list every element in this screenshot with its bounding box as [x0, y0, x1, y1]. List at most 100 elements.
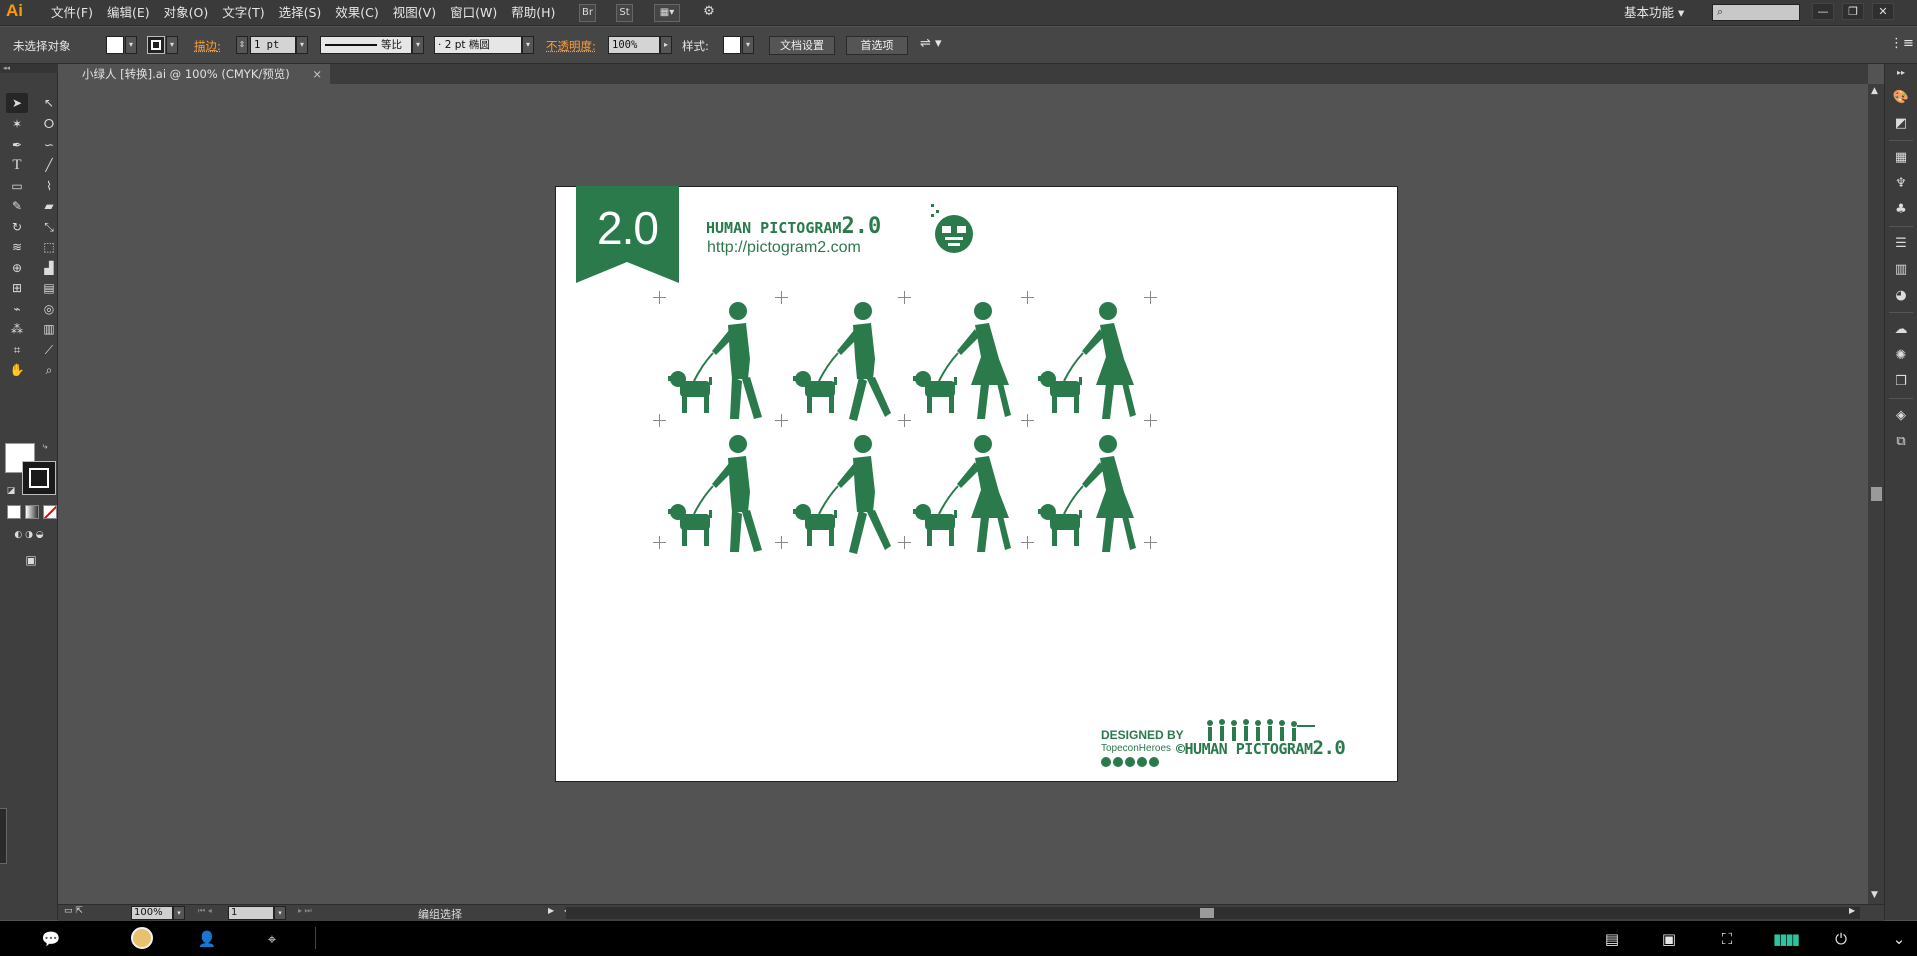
signal-icon[interactable]: ▮▮▮▮: [1773, 928, 1800, 950]
fill-dropdown[interactable]: ▾: [125, 36, 137, 54]
panel-menu-icon[interactable]: ⋮≡: [1890, 36, 1914, 51]
fill-color-swatch[interactable]: [106, 36, 124, 54]
gpu-performance-icon[interactable]: ⚙: [697, 4, 721, 22]
pictogram-mascot-icon[interactable]: [928, 204, 976, 254]
appearance-icon[interactable]: ✺: [1891, 346, 1911, 366]
brushes-icon[interactable]: ♆: [1891, 174, 1911, 194]
opacity-label[interactable]: 不透明度:: [546, 38, 596, 54]
warp-icon[interactable]: ≋: [6, 237, 28, 257]
contacts-icon[interactable]: 👤: [196, 928, 218, 950]
eraser-icon[interactable]: ▰: [38, 196, 60, 216]
last-artboard-icon[interactable]: ▸ ⏭: [298, 906, 312, 916]
stroke-label[interactable]: 描边:: [194, 38, 221, 54]
default-colors-icon[interactable]: ◪: [4, 484, 18, 498]
avatar[interactable]: [131, 927, 153, 949]
stroke-color-swatch[interactable]: [147, 36, 165, 54]
status-icons[interactable]: ▭ ⇱: [64, 906, 83, 916]
slice-icon[interactable]: ⟋: [38, 340, 60, 360]
shape-builder-icon[interactable]: ⊕: [6, 258, 28, 278]
arrange-documents-icon[interactable]: ▦▾: [654, 4, 680, 22]
close-app-button[interactable]: ✕: [1872, 3, 1894, 20]
paintbrush-icon[interactable]: ⌇: [38, 176, 60, 196]
pictogram-woman-walking-dog-skirt[interactable]: [1036, 299, 1156, 429]
mesh-icon[interactable]: ⊞: [6, 278, 28, 298]
vertical-scrollbar[interactable]: ▲ ▼: [1868, 84, 1884, 904]
pictogram-man-walking-dog-stride[interactable]: [791, 432, 911, 562]
pictogram-woman-walking-dog[interactable]: [911, 299, 1031, 429]
stroke-weight-field[interactable]: 1 pt: [250, 36, 296, 54]
pen-icon[interactable]: ✒: [6, 135, 28, 155]
horizontal-scroll-thumb[interactable]: [1200, 908, 1214, 918]
dock-collapse-icon[interactable]: ▸▸: [1891, 68, 1911, 78]
gradient-panel-icon[interactable]: ▥: [1891, 260, 1911, 280]
horizontal-scrollbar[interactable]: [566, 907, 1860, 919]
scale-icon[interactable]: ⤡: [38, 217, 60, 237]
hand-icon[interactable]: ✋: [6, 360, 28, 380]
color-icon[interactable]: 🎨: [1891, 88, 1911, 108]
menu-object[interactable]: 对象(O): [157, 0, 216, 26]
stroke-dropdown[interactable]: ▾: [166, 36, 178, 54]
fullscreen-icon[interactable]: ⛶: [1716, 928, 1738, 950]
direct-selection-icon[interactable]: ↖: [38, 93, 60, 113]
pictogram-man-walking-dog-stride[interactable]: [791, 299, 911, 429]
close-tab-icon[interactable]: ×: [312, 64, 322, 84]
workspace-switcher[interactable]: 基本功能 ▾: [1624, 0, 1684, 26]
bridge-button[interactable]: Br: [579, 4, 596, 22]
graphic-style-swatch[interactable]: [723, 36, 741, 54]
rotate-icon[interactable]: ↻: [6, 217, 28, 237]
chat-icon[interactable]: 💬: [40, 928, 62, 950]
status-menu-arrow[interactable]: ▶: [548, 906, 554, 915]
layers-icon[interactable]: ◈: [1891, 406, 1911, 426]
artboard-icon[interactable]: ⌗: [6, 340, 28, 360]
scroll-up-icon[interactable]: ▲: [1871, 86, 1878, 96]
document-tab[interactable]: 小绿人 [转换].ai @ 100% (CMYK/预览) ×: [58, 64, 330, 84]
pictogram-man-walking-dog[interactable]: [666, 432, 786, 562]
stock-button[interactable]: St: [616, 4, 633, 22]
menu-effect[interactable]: 效果(C): [328, 0, 385, 26]
chevron-down-icon[interactable]: ⌄: [1888, 928, 1910, 950]
perspective-icon[interactable]: ▟: [38, 258, 60, 278]
toolbar-grip[interactable]: ◂◂: [0, 64, 58, 73]
stroke-weight-stepper[interactable]: ⇕: [236, 36, 248, 54]
restore-button[interactable]: ❐: [1842, 3, 1864, 20]
blend-icon[interactable]: ◎: [38, 299, 60, 319]
vertical-scroll-thumb[interactable]: [1871, 487, 1882, 501]
news-icon[interactable]: ▤: [1601, 928, 1623, 950]
menu-type[interactable]: 文字(T): [215, 0, 271, 26]
free-transform-icon[interactable]: ⬚: [38, 237, 60, 257]
document-setup-button[interactable]: 文档设置: [769, 36, 835, 55]
drawing-modes-icon[interactable]: ◐ ◑ ◒: [4, 528, 54, 542]
column-graph-icon[interactable]: ▥: [38, 319, 60, 339]
scroll-right-icon[interactable]: ▶: [1849, 906, 1855, 915]
preferences-button[interactable]: 首选项: [846, 36, 908, 55]
menu-help[interactable]: 帮助(H): [504, 0, 562, 26]
symbol-sprayer-icon[interactable]: ⁂: [6, 319, 28, 339]
graphic-styles-icon[interactable]: ❒: [1891, 372, 1911, 392]
artboard[interactable]: 2.0 HUMAN PICTOGRAM2.0 http://pictogram2…: [555, 186, 1398, 782]
eyedropper-icon[interactable]: ⌁: [6, 299, 28, 319]
swap-fill-stroke-icon[interactable]: ⤷: [38, 440, 52, 454]
zoom-field[interactable]: 100%: [131, 906, 173, 920]
arrange-icon[interactable]: ⇌ ▾: [920, 36, 942, 51]
menu-select[interactable]: 选择(S): [272, 0, 329, 26]
style-dropdown[interactable]: ▾: [742, 36, 754, 54]
power-icon[interactable]: ⏻: [1830, 928, 1852, 950]
brush-dropdown[interactable]: ▾: [522, 36, 534, 54]
curvature-icon[interactable]: ∽: [38, 135, 60, 155]
cc-libraries-icon[interactable]: ☁: [1891, 320, 1911, 340]
selection-icon[interactable]: ➤: [6, 93, 28, 113]
pictogram-man-walking-dog[interactable]: [666, 299, 786, 429]
copyright-line[interactable]: ©HUMAN PICTOGRAM2.0: [1176, 737, 1346, 759]
help-search-input[interactable]: ⌕: [1712, 4, 1800, 21]
symbols-icon[interactable]: ♣: [1891, 200, 1911, 220]
none-mode-icon[interactable]: [43, 505, 57, 519]
gradient-mode-icon[interactable]: [25, 505, 39, 519]
menu-file[interactable]: 文件(F): [44, 0, 100, 26]
zoom-icon[interactable]: ⌕: [38, 360, 60, 380]
brand-title[interactable]: HUMAN PICTOGRAM2.0: [706, 214, 881, 239]
rectangle-icon[interactable]: ▭: [6, 176, 28, 196]
opacity-field[interactable]: 100%: [608, 36, 660, 54]
menu-window[interactable]: 窗口(W): [443, 0, 504, 26]
scroll-down-icon[interactable]: ▼: [1871, 890, 1878, 900]
profile-dropdown[interactable]: ▾: [412, 36, 424, 54]
